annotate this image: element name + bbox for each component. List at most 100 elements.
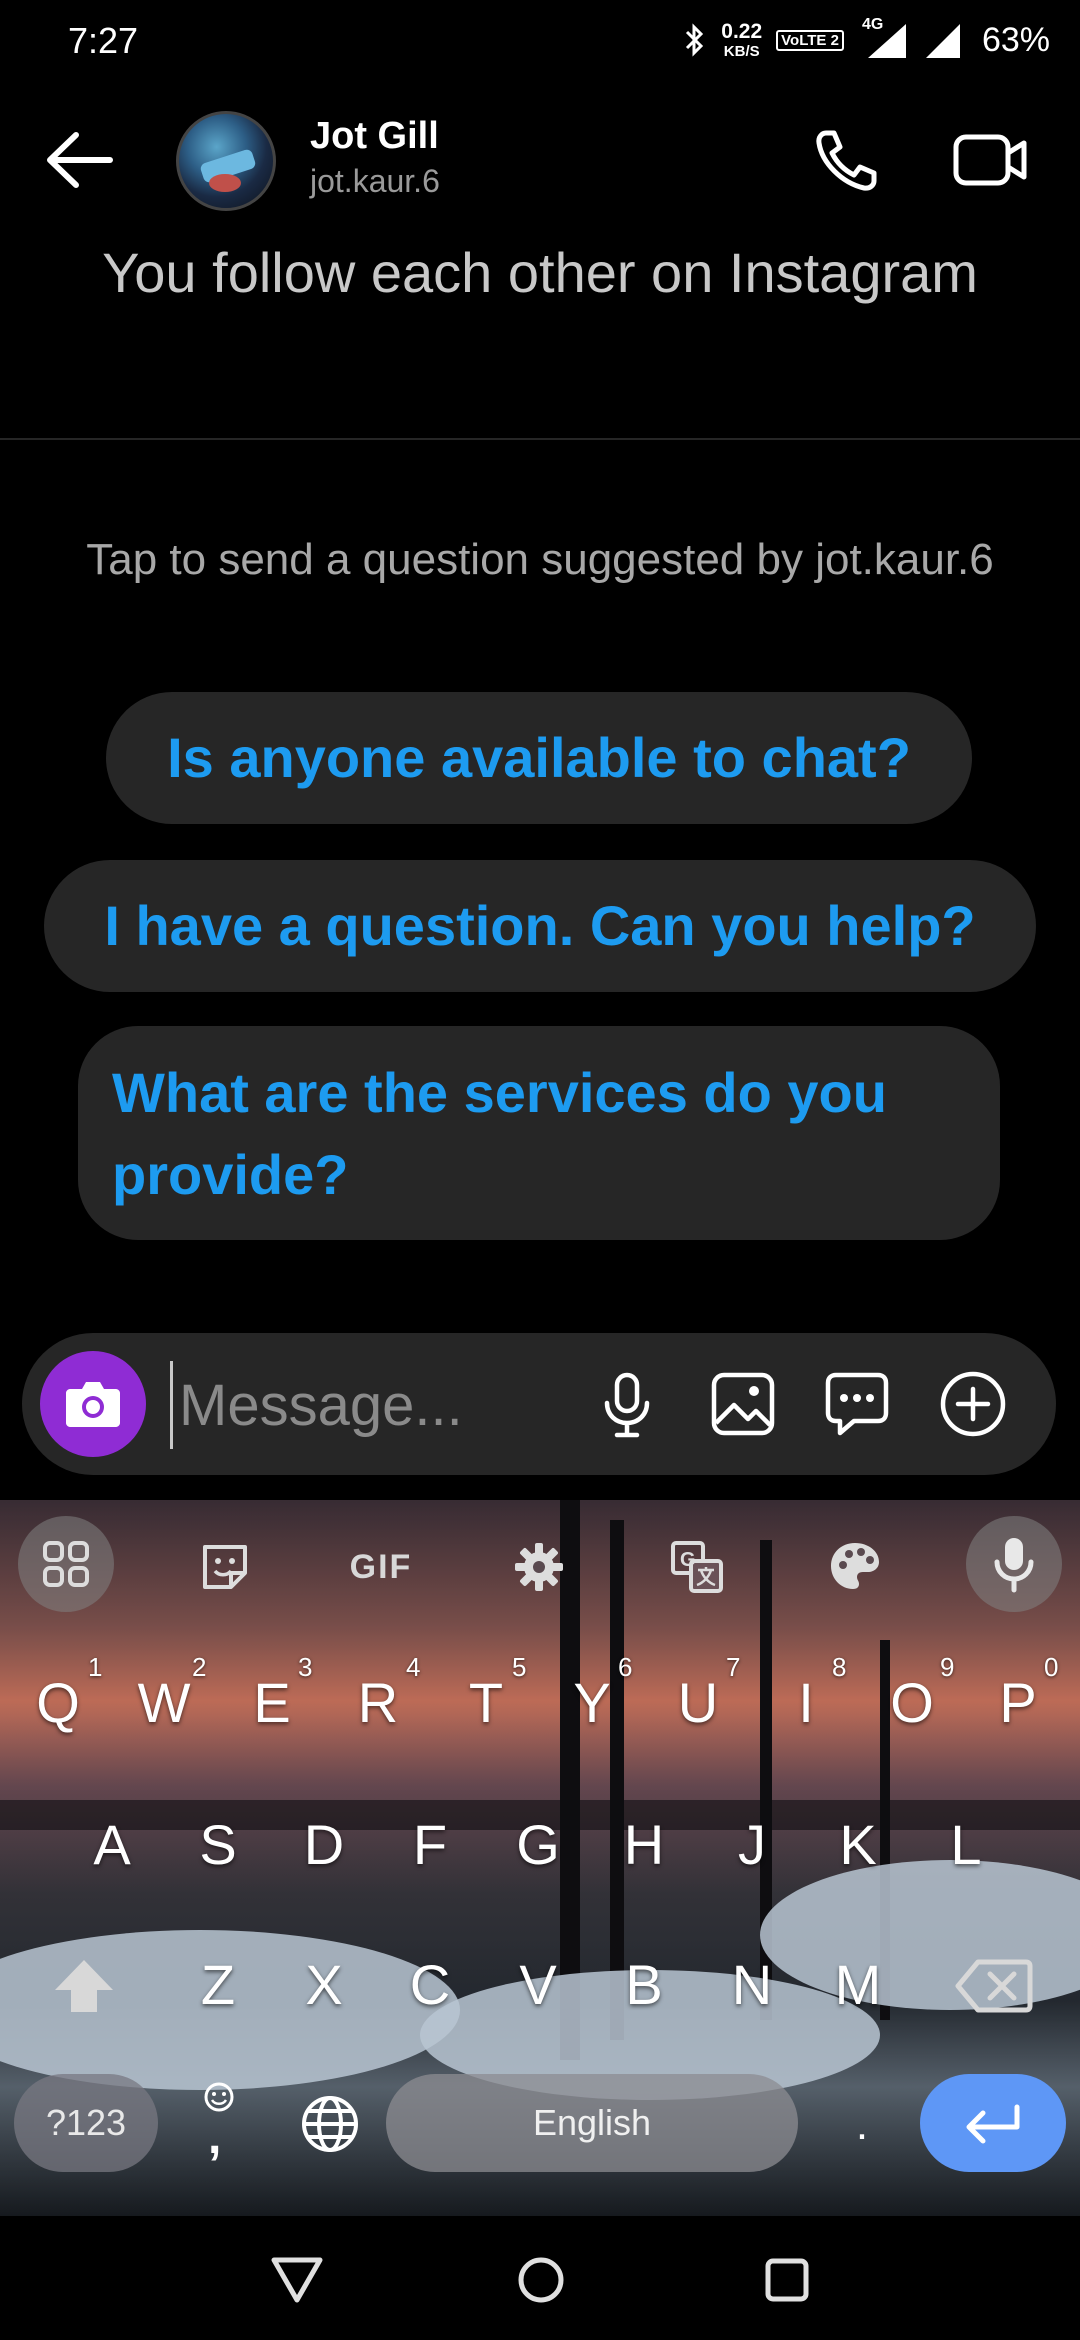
backspace-icon: [955, 1959, 1033, 2013]
back-triangle-icon[interactable]: [262, 2244, 332, 2314]
key-a[interactable]: A: [62, 1790, 162, 1900]
microphone-icon[interactable]: [590, 1367, 664, 1441]
globe-icon: [302, 2096, 358, 2152]
bluetooth-icon: [686, 23, 704, 57]
avatar[interactable]: [176, 111, 276, 211]
key-d[interactable]: D: [274, 1790, 374, 1900]
key-number-hint: 0: [1044, 1652, 1059, 1682]
key-letter: U: [677, 1671, 719, 1734]
backspace-key[interactable]: [944, 1930, 1044, 2040]
key-f[interactable]: F: [380, 1790, 480, 1900]
sticker-button[interactable]: [180, 1522, 270, 1612]
key-number-hint: 5: [512, 1652, 527, 1682]
theme-button[interactable]: [810, 1522, 900, 1612]
language-key[interactable]: [290, 2084, 370, 2164]
gear-icon: [515, 1543, 563, 1591]
network-speed-unit: KB/S: [723, 43, 760, 60]
key-letter: E: [253, 1671, 291, 1734]
key-h[interactable]: H: [594, 1790, 694, 1900]
signal-icon-2: [925, 24, 960, 58]
recents-square-icon[interactable]: [752, 2244, 822, 2314]
volte-badge: VoLTE 2: [776, 29, 844, 51]
key-b[interactable]: B: [594, 1930, 694, 2040]
key-number-hint: 3: [298, 1652, 313, 1682]
key-letter: I: [798, 1671, 814, 1734]
suggestion-chip[interactable]: Is anyone available to chat?: [106, 692, 972, 824]
key-g[interactable]: G: [488, 1790, 588, 1900]
key-letter: Y: [573, 1671, 611, 1734]
suggestion-chip[interactable]: I have a question. Can you help?: [44, 860, 1036, 992]
key-letter: P: [999, 1671, 1037, 1734]
gallery-icon[interactable]: [706, 1367, 780, 1441]
status-icons: 0.22 KB/S VoLTE 2 4G 63%: [683, 16, 1050, 62]
emoji-icon: [204, 2082, 234, 2112]
key-letter: W: [137, 1671, 191, 1734]
settings-button[interactable]: [494, 1522, 584, 1612]
key-j[interactable]: J: [702, 1790, 802, 1900]
key-z[interactable]: Z: [168, 1930, 268, 2040]
key-number-hint: 2: [192, 1652, 207, 1682]
voice-input-button[interactable]: [966, 1516, 1062, 1612]
shift-icon: [55, 1960, 113, 2012]
keyboard-toolbar: GIF G: [0, 1500, 1080, 1628]
key-letter: R: [357, 1671, 399, 1734]
microphone-icon: [994, 1538, 1034, 1593]
translate-button[interactable]: G: [652, 1522, 742, 1612]
plus-circle-icon[interactable]: [936, 1367, 1010, 1441]
message-composer: [22, 1333, 1056, 1475]
svg-text:G: G: [680, 1549, 696, 1571]
key-number-hint: 4: [406, 1652, 421, 1682]
camera-button[interactable]: [40, 1351, 146, 1457]
contact-handle[interactable]: jot.kaur.6: [310, 163, 440, 200]
key-number-hint: 6: [618, 1652, 633, 1682]
key-n[interactable]: N: [702, 1930, 802, 2040]
grid-icon: [43, 1541, 89, 1587]
enter-icon: [966, 2104, 1020, 2144]
key-k[interactable]: K: [808, 1790, 908, 1900]
apps-grid-button[interactable]: [18, 1516, 114, 1612]
system-nav-bar: [0, 2216, 1080, 2340]
back-arrow-icon[interactable]: [40, 125, 120, 195]
palette-icon: [831, 1543, 879, 1589]
key-letter: T: [468, 1671, 504, 1734]
key-number-hint: 1: [88, 1652, 103, 1682]
status-time: 7:27: [68, 20, 139, 61]
suggestion-chip[interactable]: What are the services do you provide?: [78, 1026, 1000, 1240]
key-v[interactable]: V: [488, 1930, 588, 2040]
shift-key[interactable]: [34, 1930, 134, 2040]
period-key[interactable]: .: [842, 2080, 882, 2170]
enter-key[interactable]: [920, 2074, 1066, 2172]
suggestion-caption: Tap to send a question suggested by jot.…: [86, 535, 994, 584]
message-input[interactable]: [170, 1361, 601, 1449]
gif-button[interactable]: GIF: [336, 1522, 426, 1612]
space-key[interactable]: English: [386, 2074, 798, 2172]
key-l[interactable]: L: [916, 1790, 1016, 1900]
key-letter: Q: [36, 1671, 80, 1734]
emoji-comma-key[interactable]: ,: [180, 2080, 256, 2176]
chat-header: Jot Gill jot.kaur.6: [0, 95, 1080, 230]
sticker-icon: [203, 1545, 247, 1589]
key-s[interactable]: S: [168, 1790, 268, 1900]
key-letter: O: [890, 1671, 934, 1734]
network-speed-value: 0.22: [721, 20, 763, 43]
network-4g: 4G: [858, 16, 908, 60]
status-bar: 7:27 0.22 KB/S VoLTE 2 4G 63%: [0, 0, 1080, 80]
home-circle-icon[interactable]: [506, 2244, 576, 2314]
translate-icon: G: [671, 1541, 723, 1593]
follow-note: You follow each other on Instagram: [102, 241, 978, 304]
phone-icon[interactable]: [812, 125, 882, 195]
battery-level: 63%: [981, 20, 1050, 59]
symbols-key[interactable]: ?123: [14, 2074, 158, 2172]
network-speed: 0.22 KB/S: [721, 21, 762, 59]
comma-label: ,: [208, 2111, 222, 2164]
key-m[interactable]: M: [808, 1930, 908, 2040]
gif-label: GIF: [349, 1547, 413, 1586]
camera-icon: [66, 1382, 120, 1427]
avatar-shape: [209, 174, 241, 192]
video-camera-icon[interactable]: [950, 125, 1030, 195]
key-x[interactable]: X: [274, 1930, 374, 2040]
key-c[interactable]: C: [380, 1930, 480, 2040]
key-number-hint: 7: [726, 1652, 741, 1682]
sticker-chat-icon[interactable]: [820, 1367, 894, 1441]
contact-name[interactable]: Jot Gill: [310, 115, 439, 158]
